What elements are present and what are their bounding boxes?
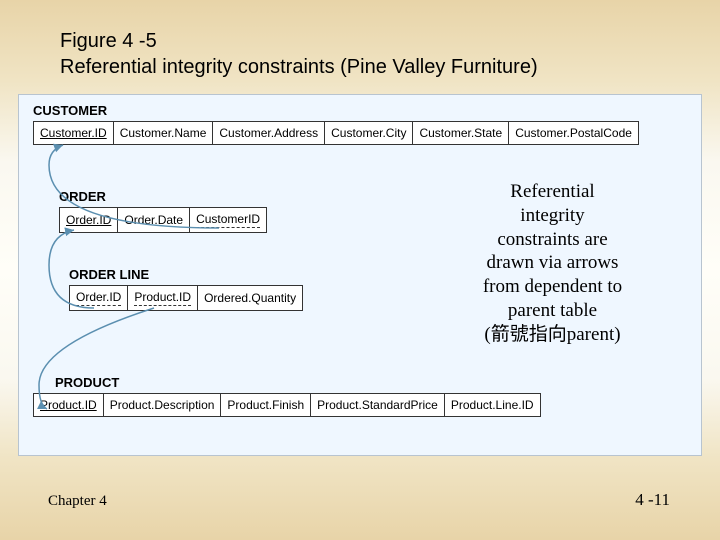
customer-col-address: Customer.Address bbox=[213, 122, 325, 145]
customer-col-city: Customer.City bbox=[325, 122, 413, 145]
product-label: PRODUCT bbox=[55, 375, 119, 390]
footer-chapter: Chapter 4 bbox=[48, 493, 107, 510]
callout-text: Referential integrity constraints are dr… bbox=[435, 180, 670, 346]
orderline-label: ORDER LINE bbox=[69, 267, 149, 282]
product-col-lineid: Product.Line.ID bbox=[444, 394, 540, 417]
customer-col-id: Customer.ID bbox=[34, 122, 114, 145]
order-col-customerid: CustomerID bbox=[190, 208, 267, 233]
title-line-1: Figure 4 -5 bbox=[60, 28, 538, 54]
footer-page: 4 -11 bbox=[635, 490, 670, 510]
orderline-col-qty: Ordered.Quantity bbox=[198, 286, 303, 311]
customer-col-name: Customer.Name bbox=[113, 122, 213, 145]
figure-title: Figure 4 -5 Referential integrity constr… bbox=[60, 28, 538, 80]
product-col-id: Product.ID bbox=[34, 394, 104, 417]
customer-table: Customer.ID Customer.Name Customer.Addre… bbox=[33, 121, 639, 145]
order-col-id: Order.ID bbox=[60, 208, 118, 233]
customer-label: CUSTOMER bbox=[33, 103, 107, 118]
product-col-finish: Product.Finish bbox=[221, 394, 311, 417]
order-col-date: Order.Date bbox=[118, 208, 190, 233]
orderline-col-productid: Product.ID bbox=[128, 286, 198, 311]
orderline-col-orderid: Order.ID bbox=[70, 286, 128, 311]
customer-col-state: Customer.State bbox=[413, 122, 509, 145]
customer-col-postal: Customer.PostalCode bbox=[509, 122, 639, 145]
order-label: ORDER bbox=[59, 189, 106, 204]
product-table: Product.ID Product.Description Product.F… bbox=[33, 393, 541, 417]
orderline-table: Order.ID Product.ID Ordered.Quantity bbox=[69, 285, 303, 311]
title-line-2: Referential integrity constraints (Pine … bbox=[60, 54, 538, 80]
order-table: Order.ID Order.Date CustomerID bbox=[59, 207, 267, 233]
product-col-price: Product.StandardPrice bbox=[311, 394, 445, 417]
product-col-desc: Product.Description bbox=[103, 394, 221, 417]
